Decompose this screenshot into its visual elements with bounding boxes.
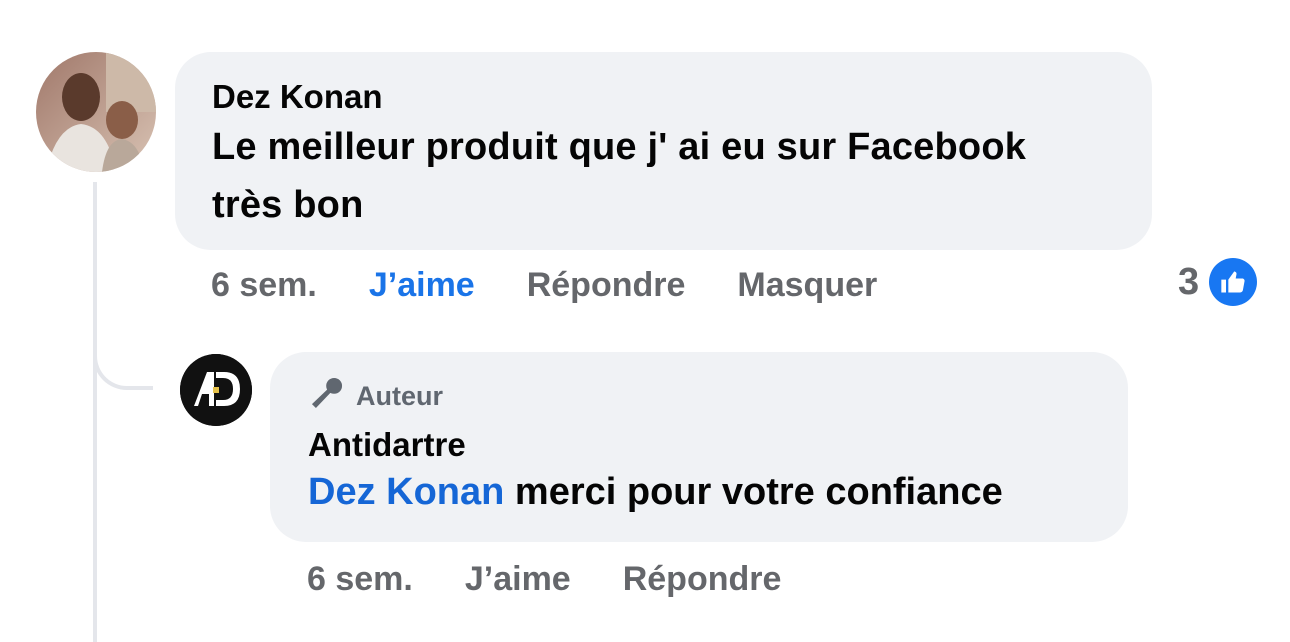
hide-button[interactable]: Masquer bbox=[737, 266, 877, 305]
comment-author-name[interactable]: Dez Konan bbox=[212, 76, 1115, 118]
like-button[interactable]: J’aime bbox=[369, 266, 475, 305]
page-avatar[interactable] bbox=[180, 354, 252, 426]
reply-actions: 6 sem. J’aime Répondre bbox=[307, 560, 833, 599]
reply-message: merci pour votre confiance bbox=[514, 471, 1003, 513]
comment-text-line-2: très bon bbox=[212, 184, 364, 226]
comment-text-line-1: Le meilleur produit que j' ai eu sur Fac… bbox=[212, 126, 1027, 168]
thread-connector bbox=[93, 330, 153, 390]
commenter-avatar[interactable] bbox=[36, 52, 156, 172]
microphone-icon bbox=[308, 374, 346, 419]
author-badge: Auteur bbox=[308, 376, 1090, 416]
reply-like-button[interactable]: J’aime bbox=[465, 560, 571, 599]
author-badge-label: Auteur bbox=[356, 380, 443, 411]
comment-actions: 6 sem. J’aime Répondre Masquer bbox=[211, 266, 929, 305]
mention-link[interactable]: Dez Konan bbox=[308, 471, 504, 513]
reply-timestamp[interactable]: 6 sem. bbox=[307, 560, 413, 599]
reply-button[interactable]: Répondre bbox=[527, 266, 686, 305]
reply-text: Dez Konan merci pour votre confiance bbox=[308, 466, 1090, 518]
thread-line bbox=[93, 182, 97, 642]
reply-bubble: Auteur Antidartre Dez Konan merci pour v… bbox=[270, 352, 1128, 542]
reply-reply-button[interactable]: Répondre bbox=[623, 560, 782, 599]
comment-timestamp[interactable]: 6 sem. bbox=[211, 266, 317, 305]
thumbs-up-icon bbox=[1209, 258, 1258, 306]
reaction-summary[interactable]: 3 bbox=[1178, 258, 1258, 306]
reaction-count: 3 bbox=[1178, 260, 1200, 303]
comment-bubble: Dez Konan Le meilleur produit que j' ai … bbox=[175, 52, 1152, 250]
reply-author-name[interactable]: Antidartre bbox=[308, 424, 1090, 466]
